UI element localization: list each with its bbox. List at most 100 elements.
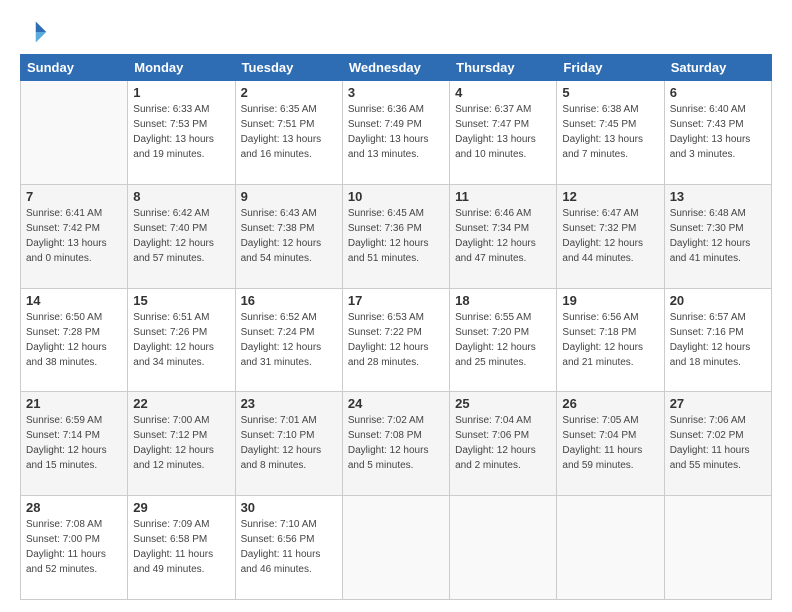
day-info: Sunrise: 6:52 AMSunset: 7:24 PMDaylight:… bbox=[241, 310, 337, 370]
calendar-cell: 20 Sunrise: 6:57 AMSunset: 7:16 PMDayligh… bbox=[664, 288, 771, 392]
calendar-cell: 5 Sunrise: 6:38 AMSunset: 7:45 PMDaylight… bbox=[557, 81, 664, 185]
day-info: Sunrise: 6:55 AMSunset: 7:20 PMDaylight:… bbox=[455, 310, 551, 370]
day-info: Sunrise: 6:46 AMSunset: 7:34 PMDaylight:… bbox=[455, 206, 551, 266]
day-info: Sunrise: 6:48 AMSunset: 7:30 PMDaylight:… bbox=[670, 206, 766, 266]
day-info: Sunrise: 6:47 AMSunset: 7:32 PMDaylight:… bbox=[562, 206, 658, 266]
day-number: 12 bbox=[562, 189, 658, 204]
day-number: 2 bbox=[241, 85, 337, 100]
day-number: 5 bbox=[562, 85, 658, 100]
day-number: 16 bbox=[241, 293, 337, 308]
day-info: Sunrise: 6:57 AMSunset: 7:16 PMDaylight:… bbox=[670, 310, 766, 370]
day-info: Sunrise: 6:53 AMSunset: 7:22 PMDaylight:… bbox=[348, 310, 444, 370]
calendar-cell: 8 Sunrise: 6:42 AMSunset: 7:40 PMDaylight… bbox=[128, 184, 235, 288]
day-info: Sunrise: 6:37 AMSunset: 7:47 PMDaylight:… bbox=[455, 102, 551, 162]
calendar-cell bbox=[342, 496, 449, 600]
day-info: Sunrise: 6:38 AMSunset: 7:45 PMDaylight:… bbox=[562, 102, 658, 162]
day-number: 17 bbox=[348, 293, 444, 308]
calendar-header-row: SundayMondayTuesdayWednesdayThursdayFrid… bbox=[21, 55, 772, 81]
day-number: 6 bbox=[670, 85, 766, 100]
day-number: 28 bbox=[26, 500, 122, 515]
weekday-header-wednesday: Wednesday bbox=[342, 55, 449, 81]
weekday-header-saturday: Saturday bbox=[664, 55, 771, 81]
day-number: 27 bbox=[670, 396, 766, 411]
day-number: 18 bbox=[455, 293, 551, 308]
day-number: 8 bbox=[133, 189, 229, 204]
calendar-cell: 25 Sunrise: 7:04 AMSunset: 7:06 PMDayligh… bbox=[450, 392, 557, 496]
calendar-cell: 27 Sunrise: 7:06 AMSunset: 7:02 PMDayligh… bbox=[664, 392, 771, 496]
calendar-cell: 1Sunrise: 6:33 AMSunset: 7:53 PMDaylight… bbox=[128, 81, 235, 185]
calendar-cell bbox=[21, 81, 128, 185]
calendar-week-5: 28 Sunrise: 7:08 AMSunset: 7:00 PMDayligh… bbox=[21, 496, 772, 600]
day-info: Sunrise: 7:04 AMSunset: 7:06 PMDaylight:… bbox=[455, 413, 551, 473]
page: SundayMondayTuesdayWednesdayThursdayFrid… bbox=[0, 0, 792, 612]
weekday-header-friday: Friday bbox=[557, 55, 664, 81]
calendar-week-4: 21Sunrise: 6:59 AMSunset: 7:14 PMDayligh… bbox=[21, 392, 772, 496]
calendar-cell: 21Sunrise: 6:59 AMSunset: 7:14 PMDayligh… bbox=[21, 392, 128, 496]
day-number: 25 bbox=[455, 396, 551, 411]
logo bbox=[20, 18, 52, 46]
weekday-header-monday: Monday bbox=[128, 55, 235, 81]
calendar-table: SundayMondayTuesdayWednesdayThursdayFrid… bbox=[20, 54, 772, 600]
calendar-cell: 2 Sunrise: 6:35 AMSunset: 7:51 PMDaylight… bbox=[235, 81, 342, 185]
day-info: Sunrise: 6:40 AMSunset: 7:43 PMDaylight:… bbox=[670, 102, 766, 162]
calendar-cell bbox=[450, 496, 557, 600]
day-number: 20 bbox=[670, 293, 766, 308]
calendar-cell: 28 Sunrise: 7:08 AMSunset: 7:00 PMDayligh… bbox=[21, 496, 128, 600]
calendar-cell: 22 Sunrise: 7:00 AMSunset: 7:12 PMDayligh… bbox=[128, 392, 235, 496]
calendar-cell: 16 Sunrise: 6:52 AMSunset: 7:24 PMDayligh… bbox=[235, 288, 342, 392]
calendar-cell: 17 Sunrise: 6:53 AMSunset: 7:22 PMDayligh… bbox=[342, 288, 449, 392]
calendar-week-3: 14 Sunrise: 6:50 AMSunset: 7:28 PMDayligh… bbox=[21, 288, 772, 392]
day-info: Sunrise: 7:10 AMSunset: 6:56 PMDaylight:… bbox=[241, 517, 337, 577]
calendar-cell: 9 Sunrise: 6:43 AMSunset: 7:38 PMDaylight… bbox=[235, 184, 342, 288]
calendar-cell: 6 Sunrise: 6:40 AMSunset: 7:43 PMDaylight… bbox=[664, 81, 771, 185]
calendar-cell: 3 Sunrise: 6:36 AMSunset: 7:49 PMDaylight… bbox=[342, 81, 449, 185]
day-number: 19 bbox=[562, 293, 658, 308]
day-number: 26 bbox=[562, 396, 658, 411]
calendar-cell: 15Sunrise: 6:51 AMSunset: 7:26 PMDayligh… bbox=[128, 288, 235, 392]
day-number: 11 bbox=[455, 189, 551, 204]
day-number: 1 bbox=[133, 85, 229, 100]
calendar-cell: 26 Sunrise: 7:05 AMSunset: 7:04 PMDayligh… bbox=[557, 392, 664, 496]
calendar-cell: 24Sunrise: 7:02 AMSunset: 7:08 PMDayligh… bbox=[342, 392, 449, 496]
calendar-cell: 23 Sunrise: 7:01 AMSunset: 7:10 PMDayligh… bbox=[235, 392, 342, 496]
day-number: 22 bbox=[133, 396, 229, 411]
day-info: Sunrise: 6:42 AMSunset: 7:40 PMDaylight:… bbox=[133, 206, 229, 266]
day-number: 29 bbox=[133, 500, 229, 515]
calendar-cell: 12 Sunrise: 6:47 AMSunset: 7:32 PMDayligh… bbox=[557, 184, 664, 288]
day-info: Sunrise: 7:02 AMSunset: 7:08 PMDaylight:… bbox=[348, 413, 444, 473]
calendar-cell: 13 Sunrise: 6:48 AMSunset: 7:30 PMDayligh… bbox=[664, 184, 771, 288]
day-info: Sunrise: 7:01 AMSunset: 7:10 PMDaylight:… bbox=[241, 413, 337, 473]
day-number: 13 bbox=[670, 189, 766, 204]
day-info: Sunrise: 6:50 AMSunset: 7:28 PMDaylight:… bbox=[26, 310, 122, 370]
weekday-header-sunday: Sunday bbox=[21, 55, 128, 81]
calendar-week-1: 1Sunrise: 6:33 AMSunset: 7:53 PMDaylight… bbox=[21, 81, 772, 185]
day-info: Sunrise: 6:59 AMSunset: 7:14 PMDaylight:… bbox=[26, 413, 122, 473]
day-info: Sunrise: 6:35 AMSunset: 7:51 PMDaylight:… bbox=[241, 102, 337, 162]
header bbox=[20, 18, 772, 46]
day-number: 30 bbox=[241, 500, 337, 515]
day-number: 3 bbox=[348, 85, 444, 100]
calendar-cell bbox=[664, 496, 771, 600]
day-info: Sunrise: 7:06 AMSunset: 7:02 PMDaylight:… bbox=[670, 413, 766, 473]
day-number: 23 bbox=[241, 396, 337, 411]
calendar-cell: 30 Sunrise: 7:10 AMSunset: 6:56 PMDayligh… bbox=[235, 496, 342, 600]
calendar-cell: 10Sunrise: 6:45 AMSunset: 7:36 PMDayligh… bbox=[342, 184, 449, 288]
day-info: Sunrise: 6:43 AMSunset: 7:38 PMDaylight:… bbox=[241, 206, 337, 266]
day-number: 14 bbox=[26, 293, 122, 308]
day-number: 9 bbox=[241, 189, 337, 204]
day-info: Sunrise: 7:00 AMSunset: 7:12 PMDaylight:… bbox=[133, 413, 229, 473]
day-info: Sunrise: 7:05 AMSunset: 7:04 PMDaylight:… bbox=[562, 413, 658, 473]
calendar-cell: 4 Sunrise: 6:37 AMSunset: 7:47 PMDaylight… bbox=[450, 81, 557, 185]
calendar-week-2: 7Sunrise: 6:41 AMSunset: 7:42 PMDaylight… bbox=[21, 184, 772, 288]
calendar-cell: 11 Sunrise: 6:46 AMSunset: 7:34 PMDayligh… bbox=[450, 184, 557, 288]
day-info: Sunrise: 7:09 AMSunset: 6:58 PMDaylight:… bbox=[133, 517, 229, 577]
calendar-cell: 18 Sunrise: 6:55 AMSunset: 7:20 PMDayligh… bbox=[450, 288, 557, 392]
day-info: Sunrise: 6:36 AMSunset: 7:49 PMDaylight:… bbox=[348, 102, 444, 162]
day-number: 10 bbox=[348, 189, 444, 204]
day-info: Sunrise: 6:41 AMSunset: 7:42 PMDaylight:… bbox=[26, 206, 122, 266]
day-info: Sunrise: 6:51 AMSunset: 7:26 PMDaylight:… bbox=[133, 310, 229, 370]
day-number: 4 bbox=[455, 85, 551, 100]
weekday-header-thursday: Thursday bbox=[450, 55, 557, 81]
calendar-cell bbox=[557, 496, 664, 600]
day-info: Sunrise: 7:08 AMSunset: 7:00 PMDaylight:… bbox=[26, 517, 122, 577]
